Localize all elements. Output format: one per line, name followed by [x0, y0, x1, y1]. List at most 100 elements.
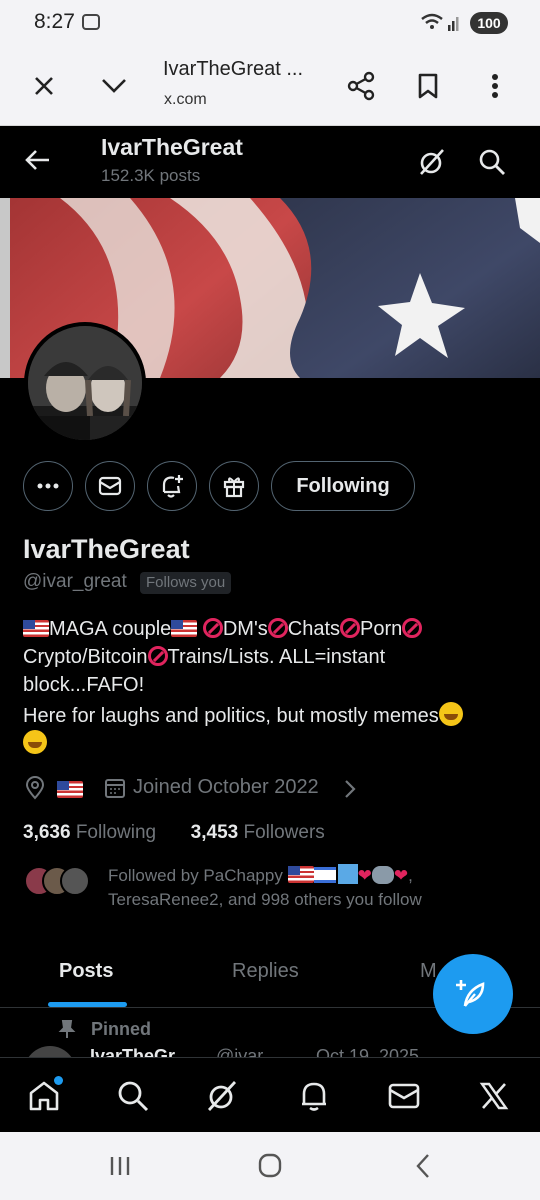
bio-text: MAGA couple — [49, 618, 172, 640]
recent-apps-icon — [110, 1157, 130, 1175]
follower-avatar — [60, 866, 90, 896]
mail-icon — [98, 476, 122, 496]
message-button[interactable] — [85, 461, 135, 511]
bookmark-icon — [418, 73, 438, 99]
bell-icon — [302, 1082, 326, 1111]
share-button[interactable] — [337, 62, 385, 110]
bio-line-5 — [23, 730, 47, 756]
followers-label: Followers — [243, 822, 325, 843]
profile-handle: @ivar_great — [23, 571, 127, 592]
gift-icon — [223, 477, 245, 498]
no-entry-icon — [267, 618, 288, 638]
recent-apps-button[interactable] — [100, 1152, 140, 1180]
tab-posts[interactable]: Posts — [59, 960, 113, 983]
notifications-subscribe-button[interactable] — [147, 461, 197, 511]
no-entry-icon — [402, 618, 423, 638]
bio-text: Crypto/Bitcoin — [23, 646, 148, 668]
close-tab-button[interactable] — [20, 62, 68, 110]
bell-plus-icon — [162, 475, 183, 498]
chevron-right-icon[interactable] — [343, 779, 357, 799]
no-entry-icon — [147, 646, 168, 666]
grok-icon — [207, 1081, 237, 1111]
compose-feather-icon — [456, 980, 485, 1007]
header-post-count: 152.3K posts — [101, 166, 201, 185]
avatar-photo — [28, 326, 142, 440]
pinned-label: Pinned — [91, 1019, 152, 1039]
share-icon — [347, 71, 375, 101]
following-stat[interactable]: 3,636 Following — [23, 822, 156, 843]
gift-button[interactable] — [209, 461, 259, 511]
profile-page: IvarTheGreat 152.3K posts Following Ivar… — [0, 126, 540, 1132]
bio-text: DM's — [222, 618, 268, 640]
wifi-signal-icon — [421, 13, 459, 31]
followed-by-line-2: TeresaRenee2, and 998 others you follow — [108, 890, 422, 909]
profile-header-bar: IvarTheGreat 152.3K posts — [0, 126, 540, 198]
follow-stats: 3,636 Following 3,453 Followers — [23, 822, 325, 844]
grok-icon — [420, 149, 444, 175]
us-flag-icon — [287, 866, 314, 883]
bio-line-4: Here for laughs and politics, but mostly… — [23, 702, 463, 728]
us-flag-icon — [171, 620, 198, 637]
tab-replies[interactable]: Replies — [232, 960, 299, 983]
nav-x[interactable] — [472, 1074, 516, 1118]
nav-grok[interactable] — [200, 1074, 244, 1118]
mail-icon — [388, 1083, 420, 1109]
location-pin-icon — [25, 776, 45, 800]
blue-square-icon — [337, 864, 358, 884]
heart-icon: ❤ — [357, 866, 372, 885]
profile-display-name: IvarTheGreat — [23, 534, 190, 564]
followers-stat[interactable]: 3,453 Followers — [191, 822, 325, 843]
followed-by-text[interactable]: Followed by PaChappy ❤ ❤, TeresaRenee2, a… — [108, 864, 422, 912]
home-system-button[interactable] — [250, 1152, 290, 1180]
status-time: 8:27 — [34, 10, 75, 33]
status-bar: 8:27 100 — [0, 0, 540, 46]
bio-line-3: block...FAFO! — [23, 674, 145, 696]
unread-dot — [54, 1076, 63, 1085]
following-button[interactable]: Following — [271, 461, 415, 511]
back-button[interactable] — [20, 142, 56, 178]
nav-notifications[interactable] — [292, 1074, 336, 1118]
calendar-icon — [105, 779, 125, 798]
back-system-button[interactable] — [402, 1152, 442, 1180]
us-flag-icon — [23, 620, 49, 637]
nav-search[interactable] — [111, 1074, 155, 1118]
active-tab-indicator — [48, 1002, 127, 1007]
more-options-button[interactable] — [471, 62, 519, 110]
tab-media[interactable]: M — [420, 960, 437, 983]
more-profile-actions-button[interactable] — [23, 461, 73, 511]
elephant-icon — [371, 866, 394, 884]
location-flag-icon — [57, 781, 83, 798]
profile-meta-row: Joined October 2022 — [23, 774, 356, 802]
israel-flag-icon — [313, 867, 336, 883]
back-chevron-icon — [416, 1154, 429, 1178]
bio-text: Trains/Lists. ALL=instant — [167, 646, 386, 668]
joined-date[interactable]: Joined October 2022 — [133, 776, 319, 799]
no-entry-icon — [202, 618, 223, 638]
banner-edge — [0, 198, 10, 378]
following-label: Following — [75, 822, 157, 843]
nav-home[interactable] — [22, 1074, 66, 1118]
search-icon — [479, 149, 505, 175]
profile-avatar[interactable] — [24, 322, 146, 444]
followed-by-line-1: Followed by PaChappy — [108, 866, 283, 885]
search-button[interactable] — [474, 144, 510, 180]
header-name: IvarTheGreat — [101, 134, 243, 160]
bookmark-button[interactable] — [404, 62, 452, 110]
nav-messages[interactable] — [382, 1074, 426, 1118]
grok-button[interactable] — [414, 144, 450, 180]
compose-post-button[interactable] — [433, 954, 513, 1034]
browser-page-title: IvarTheGreat ... — [163, 58, 304, 80]
laughing-emoji-icon — [438, 702, 463, 726]
minimize-button[interactable] — [90, 62, 138, 110]
x-logo-icon — [479, 1082, 509, 1110]
screenshot-icon — [82, 14, 100, 30]
ellipsis-icon — [37, 483, 59, 489]
bio-text: Chats — [287, 618, 341, 640]
followers-count: 3,453 — [190, 822, 239, 843]
bio-line-2: Crypto/Bitcoin Trains/Lists. ALL=instant — [23, 646, 385, 669]
bottom-navigation — [0, 1057, 540, 1132]
following-count: 3,636 — [23, 822, 71, 843]
bio-text: Here for laughs and politics, but mostly… — [23, 705, 439, 727]
pin-icon — [58, 1020, 76, 1038]
heart-icon: ❤ — [393, 866, 409, 885]
